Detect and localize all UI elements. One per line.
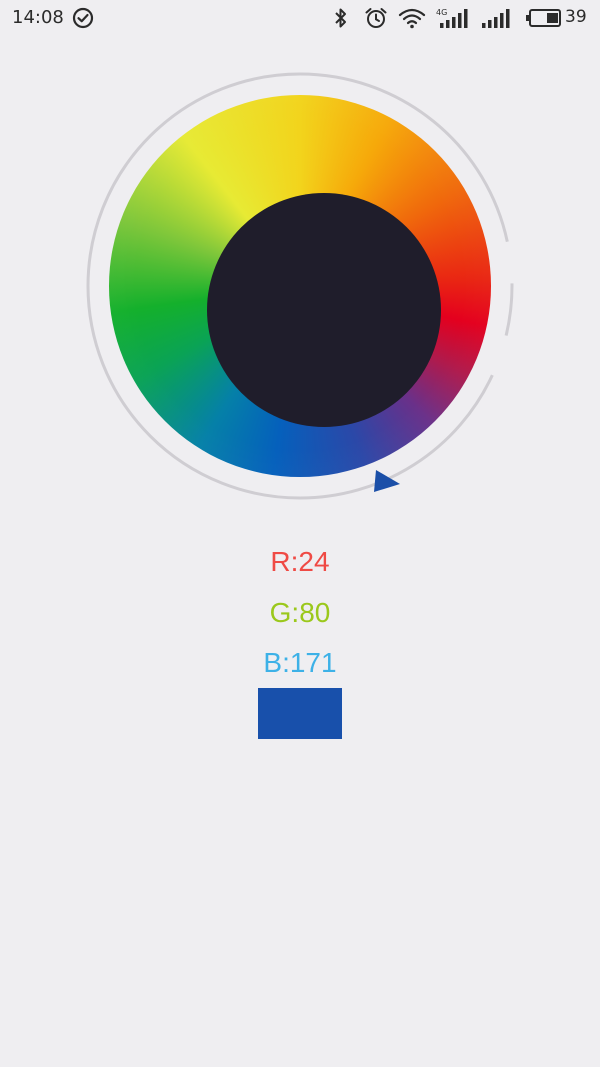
status-bar: 14:08 4G 39 (0, 0, 600, 36)
center-disc[interactable] (207, 193, 441, 427)
battery-icon (526, 9, 561, 27)
hue-wheel[interactable] (109, 95, 491, 477)
hue-pointer-handle[interactable] (372, 468, 404, 500)
bluetooth-icon (335, 8, 346, 28)
cell-signal-4g-icon: 4G (436, 8, 468, 28)
status-time: 14:08 (12, 7, 64, 28)
selected-color-swatch (258, 688, 342, 739)
wifi-icon (398, 8, 426, 29)
green-value: G:80 (269, 597, 331, 628)
battery-percentage: 39 (565, 7, 587, 27)
blue-value: B:171 (263, 647, 337, 678)
check-circle-icon (72, 7, 94, 29)
color-wheel-picker[interactable] (85, 71, 515, 501)
network-type-label: 4G (436, 8, 447, 17)
red-value: R:24 (270, 546, 330, 577)
alarm-icon (365, 8, 387, 28)
cell-signal-icon (482, 9, 510, 28)
